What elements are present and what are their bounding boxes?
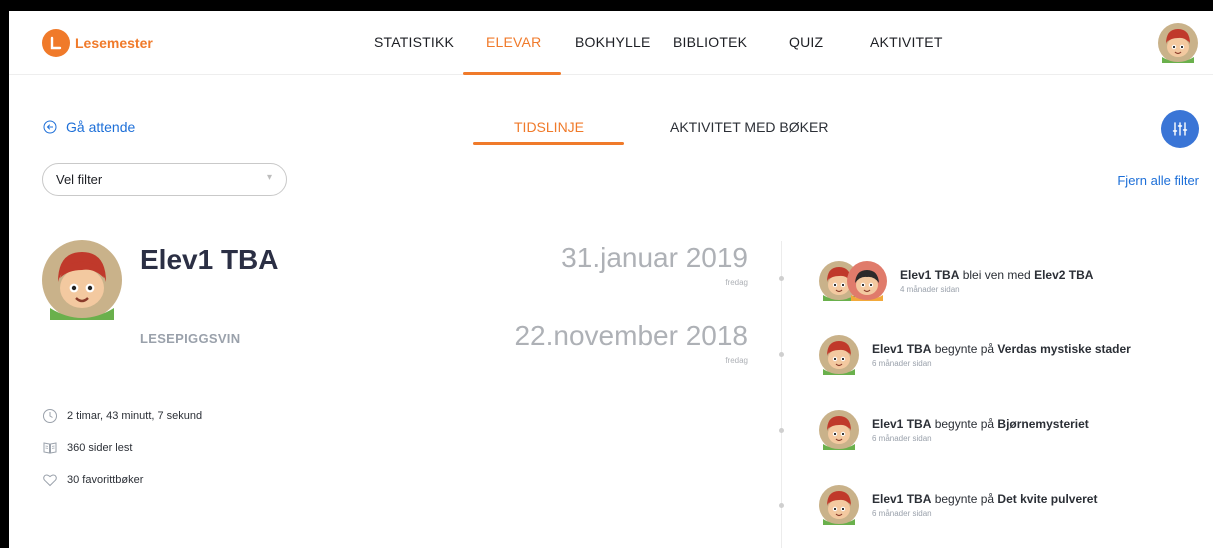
stat-favorites: 30 favorittbøker (42, 472, 143, 488)
event-verb: begynte på (931, 417, 998, 431)
timeline-event[interactable]: Elev1 TBA begynte på Bjørnemysteriet 6 m… (819, 410, 1089, 450)
timeline-date-group: 22.november 2018 fredag (514, 320, 748, 365)
app-frame: Lesemester STATISTIKK ELEVAR BOKHYLLE BI… (9, 11, 1213, 548)
timeline-dot (779, 428, 784, 433)
stat-reading-time: 2 timar, 43 minutt, 7 sekund (42, 408, 202, 424)
top-navigation-bar: Lesemester STATISTIKK ELEVAR BOKHYLLE BI… (9, 11, 1213, 75)
back-link[interactable]: Gå attende (43, 119, 135, 135)
student-name: Elev1 TBA (140, 244, 279, 275)
event-actor[interactable]: Elev1 TBA (872, 417, 931, 431)
event-time-ago: 6 månader sidan (872, 434, 932, 443)
main-nav: STATISTIKK ELEVAR BOKHYLLE BIBLIOTEK QUI… (9, 11, 1213, 75)
filter-settings-button[interactable] (1161, 110, 1199, 148)
nav-item-elevar[interactable]: ELEVAR (486, 34, 541, 50)
timeline-event[interactable]: Elev1 TBA blei ven med Elev2 TBA 4 månad… (819, 261, 1093, 301)
heart-icon (43, 474, 57, 487)
tab-tidslinje[interactable]: TIDSLINJE (514, 119, 584, 135)
event-time-ago: 6 månader sidan (872, 359, 932, 368)
sliders-icon (1172, 122, 1188, 136)
event-avatar-friend (847, 261, 887, 301)
timeline-event[interactable]: Elev1 TBA begynte på Verdas mystiske sta… (819, 335, 1131, 375)
stat-favorites-value: 30 favorittbøker (67, 474, 144, 486)
nav-active-indicator (463, 72, 561, 75)
student-level: LESEPIGGSVIN (140, 331, 241, 346)
chevron-down-icon: ▾ (266, 172, 272, 183)
clock-icon (43, 409, 57, 423)
tab-active-indicator (473, 142, 624, 145)
event-object[interactable]: Det kvite pulveret (997, 492, 1097, 506)
tab-aktivitet-med-boker[interactable]: AKTIVITET MED BØKER (670, 119, 828, 135)
timeline-line (781, 241, 782, 548)
timeline-dot (779, 352, 784, 357)
event-verb: begynte på (931, 342, 998, 356)
nav-item-aktivitet[interactable]: AKTIVITET (870, 34, 943, 50)
event-verb: begynte på (931, 492, 998, 506)
event-avatar (819, 485, 859, 525)
stat-reading-time-value: 2 timar, 43 minutt, 7 sekund (67, 410, 203, 422)
book-open-icon (43, 442, 57, 454)
nav-item-statistikk[interactable]: STATISTIKK (374, 34, 454, 50)
event-time-ago: 4 månader sidan (900, 285, 960, 294)
event-verb: blei ven med (959, 268, 1035, 282)
timeline-weekday: fredag (725, 356, 748, 365)
timeline-weekday: fredag (725, 278, 748, 287)
event-actor[interactable]: Elev1 TBA (872, 492, 931, 506)
timeline-dot (779, 276, 784, 281)
user-avatar[interactable] (1158, 23, 1198, 63)
back-link-label: Gå attende (66, 119, 136, 135)
stat-pages-read-value: 360 sider lest (67, 442, 133, 454)
event-object[interactable]: Bjørnemysteriet (997, 417, 1088, 431)
event-actor[interactable]: Elev1 TBA (900, 268, 959, 282)
timeline-date-group: 31.januar 2019 fredag (561, 242, 748, 287)
student-avatar (42, 240, 122, 320)
nav-item-bokhylle[interactable]: BOKHYLLE (575, 34, 651, 50)
event-object[interactable]: Elev2 TBA (1034, 268, 1093, 282)
event-time-ago: 6 månader sidan (872, 509, 932, 518)
filter-select-value: Vel filter (56, 172, 103, 187)
event-object[interactable]: Verdas mystiske stader (997, 342, 1130, 356)
event-actor[interactable]: Elev1 TBA (872, 342, 931, 356)
nav-item-quiz[interactable]: QUIZ (789, 34, 823, 50)
nav-item-bibliotek[interactable]: BIBLIOTEK (673, 34, 747, 50)
event-avatar (819, 335, 859, 375)
filter-select[interactable]: Vel filter ▾ (42, 163, 287, 196)
timeline-dot (779, 503, 784, 508)
clear-filters-link[interactable]: Fjern alle filter (1117, 173, 1199, 188)
timeline-event[interactable]: Elev1 TBA begynte på Det kvite pulveret … (819, 485, 1097, 525)
event-avatar (819, 410, 859, 450)
stat-pages-read: 360 sider lest (42, 440, 132, 456)
timeline-date: 22.november 2018 (514, 320, 748, 351)
arrow-left-circle-icon (43, 120, 57, 134)
timeline-date: 31.januar 2019 (561, 242, 748, 273)
